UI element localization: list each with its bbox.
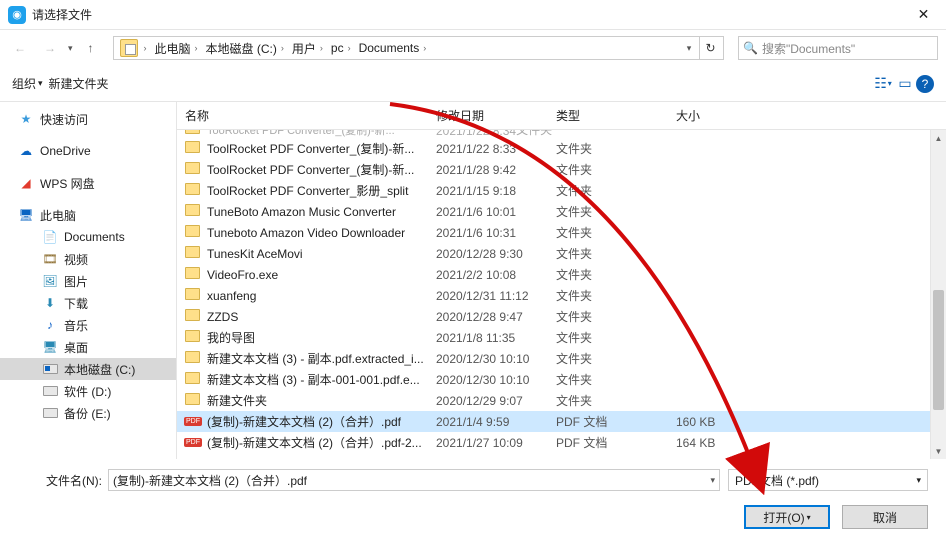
cancel-button[interactable]: 取消 [842, 505, 928, 529]
search-icon: 🔍 [743, 41, 758, 55]
filename-input[interactable]: (复制)-新建文本文档 (2)（合并）.pdf▾ [108, 469, 720, 491]
list-header: 名称 修改日期 类型 大小 [177, 102, 946, 130]
nav-quick-access[interactable]: ★快速访问 [0, 108, 176, 130]
nav-item[interactable]: 备份 (E:) [0, 402, 176, 424]
nav-item[interactable]: 📄Documents [0, 226, 176, 248]
table-row[interactable]: 我的导图2021/1/8 11:35文件夹 [177, 327, 946, 348]
organize-menu[interactable]: 组织▾ [12, 75, 43, 92]
nav-item[interactable]: 🎞视频 [0, 248, 176, 270]
scrollbar-thumb[interactable] [933, 290, 944, 410]
column-date[interactable]: 修改日期 [436, 107, 556, 124]
table-row[interactable]: 新建文件夹2020/12/29 9:07文件夹 [177, 390, 946, 411]
folder-icon [120, 39, 138, 57]
help-icon[interactable]: ? [916, 75, 934, 93]
breadcrumb-segment[interactable]: 此电脑› [151, 37, 202, 59]
table-row[interactable]: ZZDS2020/12/28 9:47文件夹 [177, 306, 946, 327]
nav-item[interactable]: ⬇下载 [0, 292, 176, 314]
column-type[interactable]: 类型 [556, 107, 676, 124]
nav-onedrive[interactable]: ☁OneDrive [0, 140, 176, 162]
table-row[interactable]: TooRocket PDF Converter_(复制)-新... 2021/1… [177, 130, 946, 138]
back-button[interactable]: ← [8, 36, 32, 60]
address-bar[interactable]: › 此电脑› 本地磁盘 (C:)› 用户› pc› Documents› ▾ ↻ [113, 36, 724, 60]
table-row[interactable]: VideoFro.exe2021/2/2 10:08文件夹 [177, 264, 946, 285]
scrollbar[interactable]: ▲ ▼ [930, 130, 946, 459]
window-title: 请选择文件 [32, 6, 901, 23]
nav-item[interactable]: 本地磁盘 (C:) [0, 358, 176, 380]
nav-wps[interactable]: ◢WPS 网盘 [0, 172, 176, 194]
open-button[interactable]: 打开(O)▾ [744, 505, 830, 529]
nav-item[interactable]: ♪音乐 [0, 314, 176, 336]
nav-item[interactable]: 🖥桌面 [0, 336, 176, 358]
filename-label: 文件名(N): [18, 472, 108, 489]
file-list[interactable]: TooRocket PDF Converter_(复制)-新... 2021/1… [177, 130, 946, 459]
nav-item[interactable]: 软件 (D:) [0, 380, 176, 402]
table-row[interactable]: PDF(复制)-新建文本文档 (2)（合并）.pdf2021/1/4 9:59P… [177, 411, 946, 432]
table-row[interactable]: TunesKit AceMovi2020/12/28 9:30文件夹 [177, 243, 946, 264]
breadcrumb-segment[interactable]: 本地磁盘 (C:)› [202, 37, 288, 59]
file-type-filter[interactable]: PDF文档 (*.pdf)▾ [728, 469, 928, 491]
table-row[interactable]: TuneBoto Amazon Music Converter2021/1/6 … [177, 201, 946, 222]
breadcrumb-segment[interactable]: Documents› [355, 37, 431, 59]
table-row[interactable]: Tuneboto Amazon Video Downloader2021/1/6… [177, 222, 946, 243]
navigation-pane: ★快速访问 ☁OneDrive ◢WPS 网盘 🖥此电脑 📄Documents🎞… [0, 102, 177, 459]
history-dropdown[interactable]: ▾ [68, 43, 73, 54]
table-row[interactable]: ToolRocket PDF Converter_影册_split2021/1/… [177, 180, 946, 201]
table-row[interactable]: PDF(复制)-新建文本文档 (2)（合并）.pdf-2...2021/1/27… [177, 432, 946, 453]
refresh-icon[interactable]: ↻ [699, 37, 721, 59]
breadcrumb-segment[interactable]: 用户› [288, 37, 327, 59]
app-icon: ◉ [8, 6, 26, 24]
up-button[interactable]: ↑ [79, 36, 103, 60]
scroll-up-icon[interactable]: ▲ [931, 130, 946, 146]
table-row[interactable]: ToolRocket PDF Converter_(复制)-新...2021/1… [177, 138, 946, 159]
address-dropdown-icon[interactable]: ▾ [679, 43, 699, 54]
breadcrumb-segment[interactable]: pc› [327, 37, 355, 59]
view-options-icon[interactable]: ☷▾ [872, 73, 894, 95]
nav-this-pc[interactable]: 🖥此电脑 [0, 204, 176, 226]
table-row[interactable]: ToolRocket PDF Converter_(复制)-新...2021/1… [177, 159, 946, 180]
new-folder-button[interactable]: 新建文件夹 [49, 75, 109, 92]
table-row[interactable]: 新建文本文档 (3) - 副本.pdf.extracted_i...2020/1… [177, 348, 946, 369]
column-size[interactable]: 大小 [676, 107, 796, 124]
forward-button[interactable]: → [38, 36, 62, 60]
close-icon[interactable]: ✕ [901, 0, 946, 29]
scroll-down-icon[interactable]: ▼ [931, 443, 946, 459]
nav-item[interactable]: 🖼图片 [0, 270, 176, 292]
column-name[interactable]: 名称 [185, 107, 436, 124]
table-row[interactable]: xuanfeng2020/12/31 11:12文件夹 [177, 285, 946, 306]
table-row[interactable]: 新建文本文档 (3) - 副本-001-001.pdf.e...2020/12/… [177, 369, 946, 390]
preview-pane-icon[interactable]: ▭ [894, 73, 916, 95]
search-input[interactable]: 🔍 搜索"Documents" [738, 36, 938, 60]
